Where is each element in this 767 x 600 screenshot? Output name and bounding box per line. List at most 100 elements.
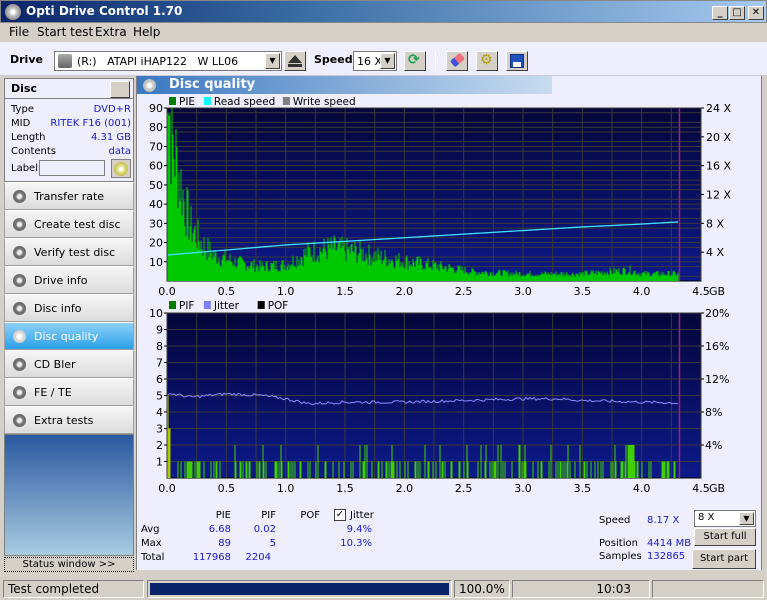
jitter-checkbox[interactable]: ✓ [334,509,346,521]
y2-tick-label: 4% [705,439,722,452]
extra-tests-icon [13,414,26,427]
y2-tick-label: 4 X [706,246,724,259]
y-tick-label: 50 [149,179,163,192]
menu-start-test[interactable]: Start test [37,25,93,39]
samples-label: Samples [599,551,642,562]
nav-list: Transfer rate Create test disc Verify te… [4,182,134,434]
refresh-button[interactable]: ⟳ [404,51,426,71]
y-tick-label: 4 [156,406,163,419]
speed-value: 8.17 X [647,515,680,526]
y-tick-label: 10 [149,256,163,269]
panel-title: Disc quality [169,77,256,92]
status-window-button[interactable]: Status window >> [4,557,134,572]
disc-info-box: Disc Type DVD+R MID RITEK F16 (001) Length… [4,78,134,182]
minimize-button[interactable]: _ [712,6,728,20]
label-apply-button[interactable] [111,159,131,178]
chevron-down-icon[interactable]: ▼ [739,512,754,525]
menu-file[interactable]: File [9,25,29,39]
avg-label: Avg [141,524,160,535]
speed-label: Speed [599,515,631,526]
disc-icon [114,162,128,176]
nav-drive-info[interactable]: Drive info [4,266,134,294]
y2-tick-label: 12% [705,373,729,386]
y2-tick-label: 16% [705,340,729,353]
max-jitter: 10.3% [340,538,372,549]
x-tick-label: 3.5 [574,482,592,495]
y-tick-label: 9 [156,324,163,337]
x-tick-label: 0.5 [218,482,236,495]
nav-extra-tests[interactable]: Extra tests [4,406,134,434]
menu-help[interactable]: Help [133,25,160,39]
max-pif: 5 [269,538,276,549]
y-tick-label: 7 [156,357,163,370]
menu-extra[interactable]: Extra [95,25,127,39]
x-unit-label: GB [709,482,725,495]
x-tick-label: 2.0 [396,482,414,495]
y-tick-label: 80 [149,121,163,134]
start-part-button[interactable]: Start part [692,549,756,569]
refresh-icon: ⟳ [408,52,420,68]
legend-swatch-pof [257,301,265,309]
status-message: Test completed [3,580,144,598]
header-pie: PIE [215,510,231,521]
menu-bar: File Start test Extra Help [0,23,767,42]
nav-disc-info[interactable]: Disc info [4,294,134,322]
avg-jitter: 9.4% [346,524,372,535]
eraser-icon [449,52,466,68]
nav-create-test-disc[interactable]: Create test disc [4,210,134,238]
samples-value: 132865 [647,551,686,562]
eject-button[interactable] [284,51,306,71]
disc-quality-icon [143,79,156,92]
nav-fe-te[interactable]: FE / TE [4,378,134,406]
x-tick-label: 0.0 [158,482,176,495]
x-tick-label: 4.0 [633,482,651,495]
legend-label-read-speed: Read speed [214,96,275,108]
fe-te-icon [13,386,26,399]
start-full-button[interactable]: Start full [694,528,756,546]
nav-cd-bler[interactable]: CD Bler [4,350,134,378]
legend-swatch-read-speed [203,97,211,105]
avg-pif: 0.02 [253,524,276,535]
legend-label-pof: POF [268,300,289,312]
settings-button[interactable]: ⚙ [476,51,498,71]
label-input[interactable] [39,160,105,176]
legend-label-jitter: Jitter [213,300,240,312]
nav-disc-quality[interactable]: Disc quality [4,322,134,350]
close-button[interactable]: ✕ [748,6,764,20]
speed-select[interactable]: 16 X ▼ [353,51,397,71]
drive-select[interactable]: (R:) ATAPI iHAP122 W LL06 ▼ [54,51,282,71]
nav-transfer-rate[interactable]: Transfer rate [4,182,134,210]
panel-header: Disc quality [137,76,552,94]
x-tick-label: 1.5 [336,482,354,495]
progress-percent: 100.0% [454,580,510,598]
status-extra [652,580,764,598]
x-tick-label: 2.0 [396,285,414,298]
y-tick-label: 70 [149,140,163,153]
chevron-down-icon[interactable]: ▼ [380,53,395,69]
save-button[interactable] [506,51,528,71]
max-pie: 89 [218,538,231,549]
app-icon [5,4,21,20]
title-bar: Opti Drive Control 1.70 _ □ ✕ [0,0,767,23]
nav-verify-test-disc[interactable]: Verify test disc [4,238,134,266]
gears-icon: ⚙ [480,52,493,68]
verify-disc-icon [13,246,26,259]
erase-button[interactable] [446,51,468,71]
y-tick-label: 60 [149,160,163,173]
x-tick-label: 3.5 [574,285,592,298]
y-tick-label: 2 [156,439,163,452]
x-tick-label: 4.5 [692,482,710,495]
maximize-button[interactable]: □ [729,6,745,20]
x-tick-label: 2.5 [455,285,473,298]
chevron-down-icon[interactable]: ▼ [265,53,280,69]
test-speed-select[interactable]: 8 X ▼ [694,510,756,527]
y-tick-label: 40 [149,198,163,211]
y2-tick-label: 20 X [706,131,731,144]
drive-label: Drive [10,53,43,66]
y2-tick-label: 24 X [706,102,731,115]
x-tick-label: 4.5 [692,285,710,298]
legend-swatch-pif [169,301,176,309]
x-tick-label: 1.0 [277,285,295,298]
disc-refresh-button[interactable] [110,81,130,98]
x-unit-label: GB [709,285,725,298]
